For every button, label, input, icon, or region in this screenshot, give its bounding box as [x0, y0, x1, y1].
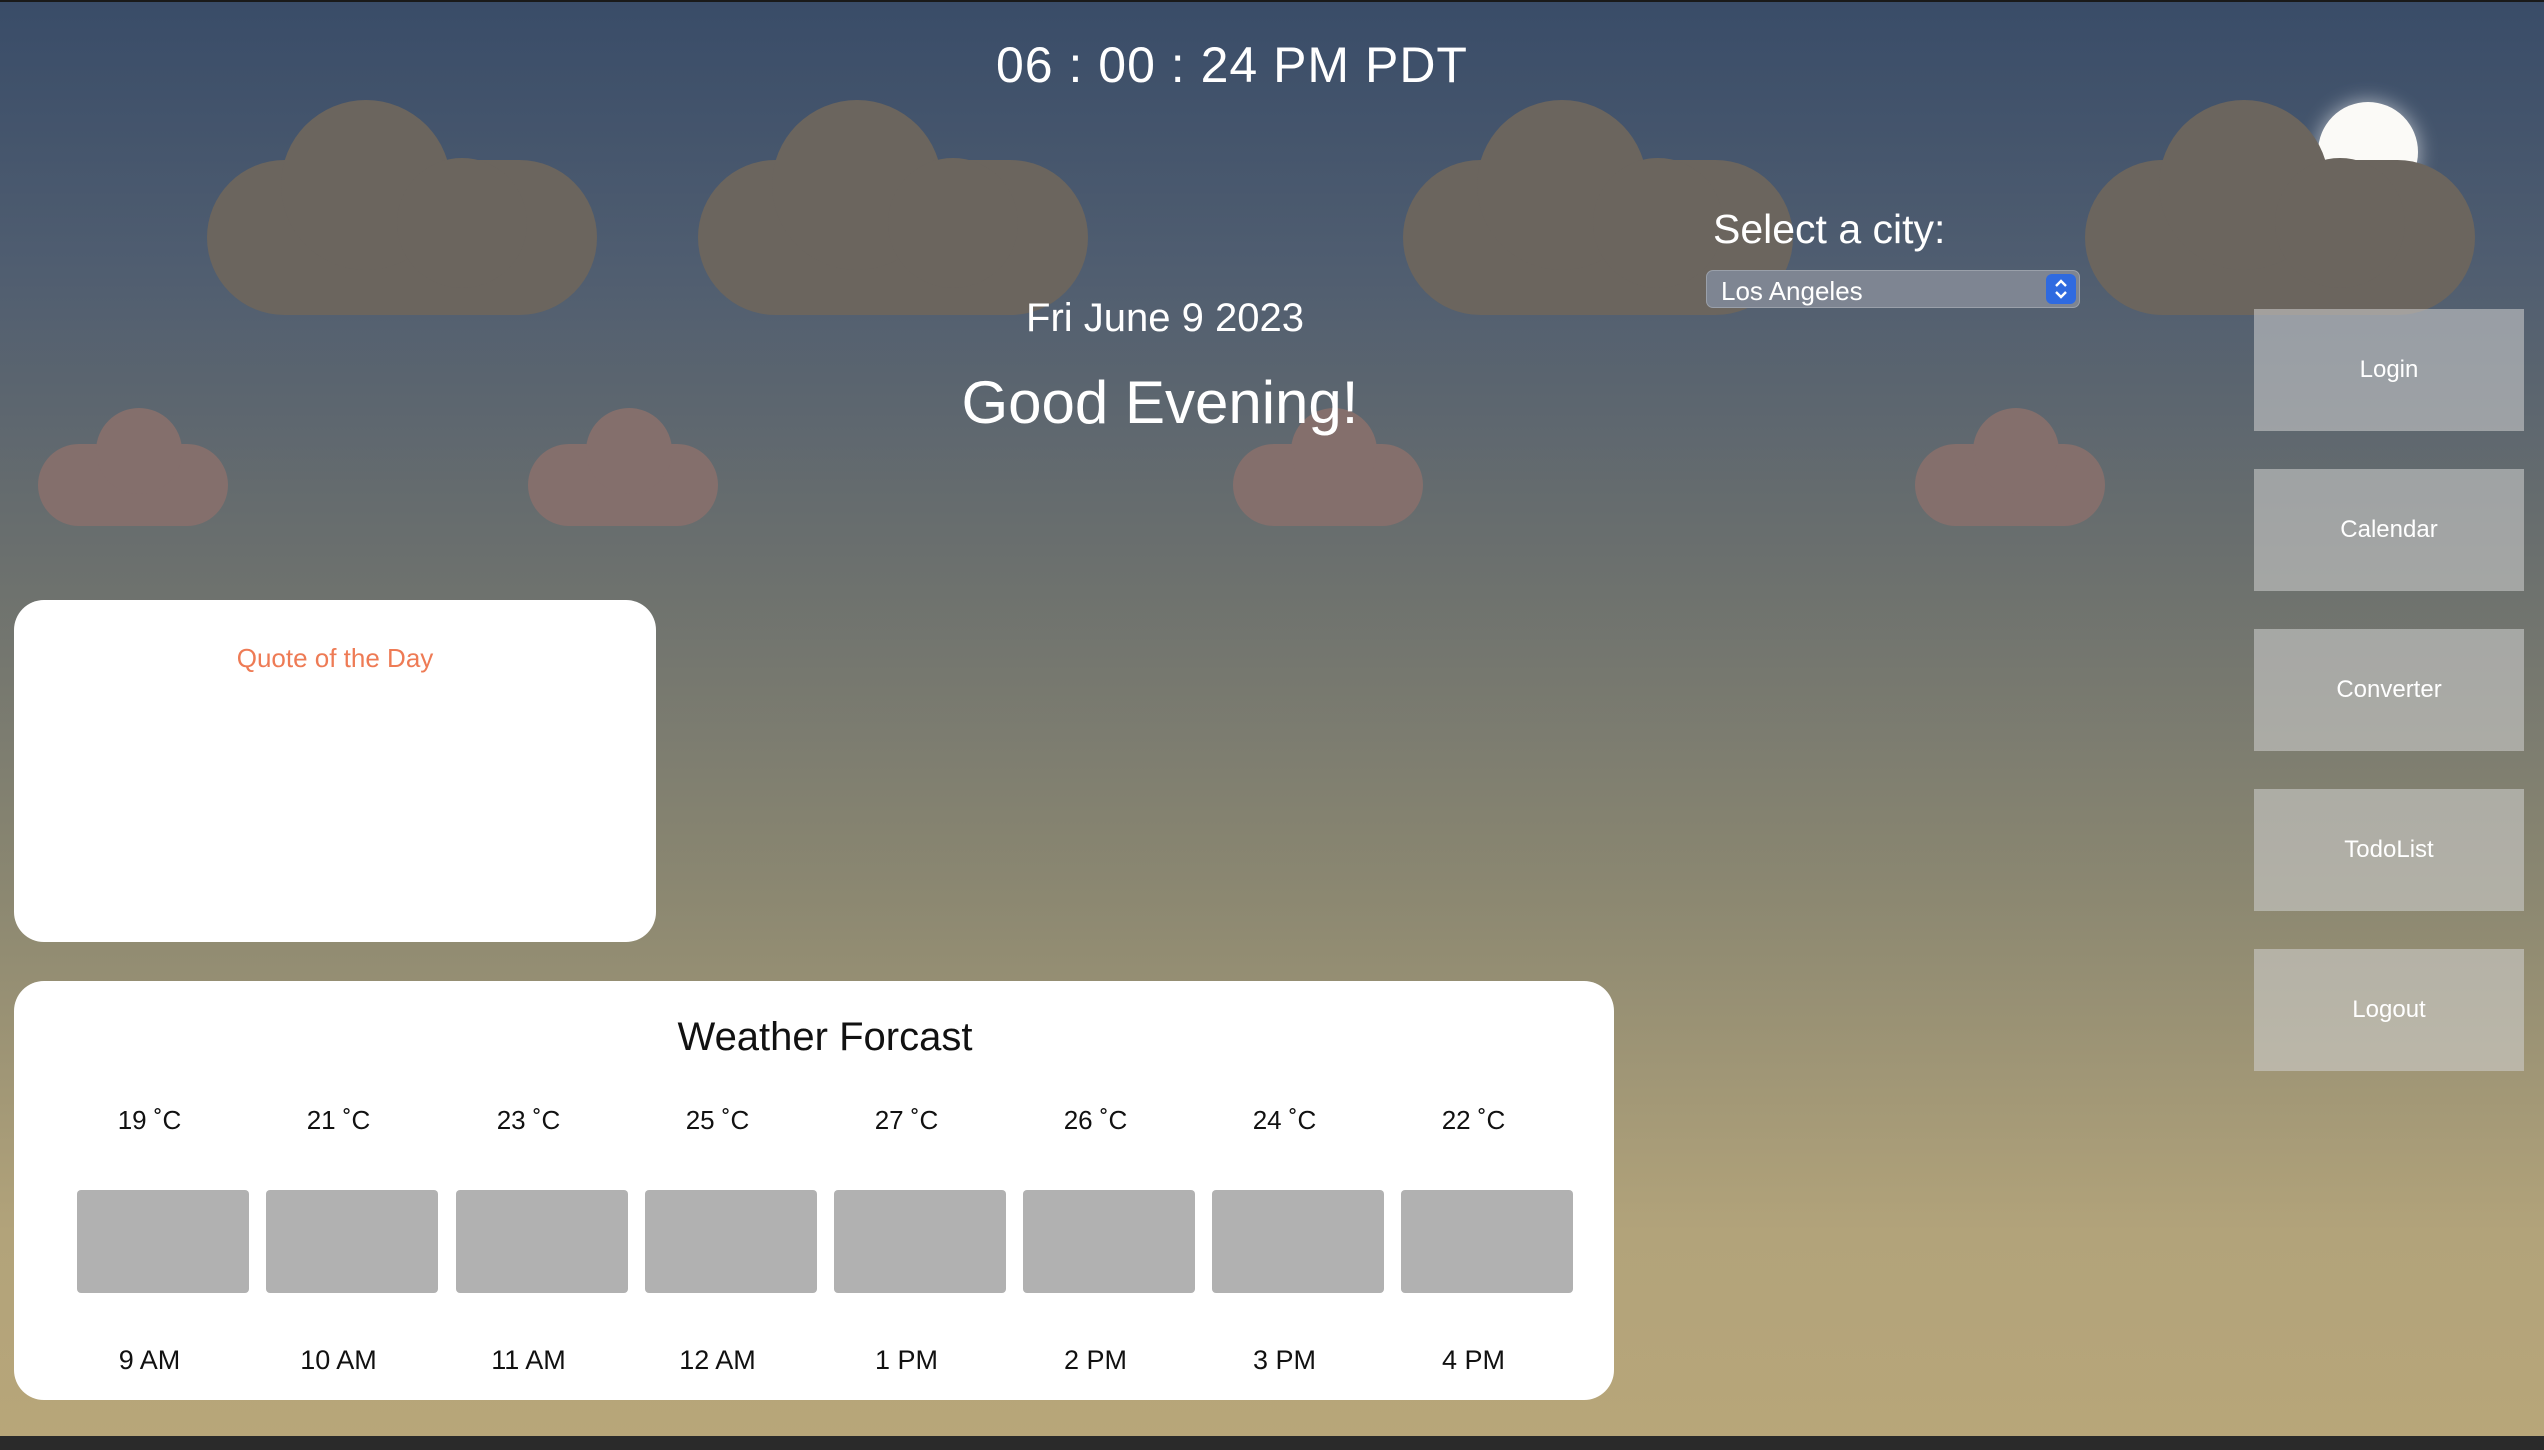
forecast-bar [77, 1190, 249, 1293]
calendar-button[interactable]: Calendar [2254, 469, 2524, 591]
cloud-icon [2085, 100, 2475, 315]
forecast-temp: 21 ˚C [306, 1105, 371, 1135]
city-select-label: Select a city: [1713, 206, 1946, 252]
cloud-icon [698, 100, 1088, 315]
forecast-hour: 9 AM [118, 1345, 181, 1375]
forecast-item: 25 ˚C 12 AM [645, 981, 817, 1400]
greeting: Good Evening! [961, 369, 1359, 436]
forecast-item: 27 ˚C 1 PM [834, 981, 1006, 1400]
forecast-bar [1023, 1190, 1195, 1293]
forecast-temp: 24 ˚C [1252, 1105, 1317, 1135]
converter-button[interactable]: Converter [2254, 629, 2524, 751]
forecast-temp: 27 ˚C [874, 1105, 939, 1135]
forecast-item: 24 ˚C 3 PM [1212, 981, 1384, 1400]
cloud-icon [38, 408, 228, 526]
login-button[interactable]: Login [2254, 309, 2524, 431]
quote-title: Quote of the Day [236, 643, 434, 673]
cloud-icon [528, 408, 718, 526]
cloud-icon [207, 100, 597, 315]
chevron-updown-icon [2046, 274, 2076, 304]
forecast-hour: 4 PM [1441, 1345, 1506, 1375]
window-top-border [0, 0, 2544, 2]
forecast-temp: 26 ˚C [1063, 1105, 1128, 1135]
forecast-bar [645, 1190, 817, 1293]
forecast-item: 26 ˚C 2 PM [1023, 981, 1195, 1400]
forecast-hour: 2 PM [1063, 1345, 1128, 1375]
date-display: Fri June 9 2023 [1026, 296, 1304, 340]
quote-card: Quote of the Day [14, 600, 656, 942]
forecast-bar [266, 1190, 438, 1293]
logout-button[interactable]: Logout [2254, 949, 2524, 1071]
weather-forecast-card: Weather Forcast 19 ˚C 9 AM 21 ˚C 10 AM 2… [14, 981, 1614, 1400]
forecast-temp: 25 ˚C [685, 1105, 750, 1135]
weather-forecast-title: Weather Forcast [677, 1015, 973, 1059]
forecast-bar [1401, 1190, 1573, 1293]
forecast-item: 19 ˚C 9 AM [77, 981, 249, 1400]
forecast-item: 23 ˚C 11 AM [456, 981, 628, 1400]
forecast-temp: 19 ˚C [117, 1105, 182, 1135]
forecast-bar [456, 1190, 628, 1293]
city-select-value: Los Angeles [1721, 276, 1863, 306]
forecast-temp: 22 ˚C [1441, 1105, 1506, 1135]
forecast-temp: 23 ˚C [496, 1105, 561, 1135]
city-select[interactable]: Los Angeles [1706, 270, 2080, 308]
forecast-item: 21 ˚C 10 AM [266, 981, 438, 1400]
forecast-hour: 10 AM [300, 1345, 377, 1375]
clock: 06 : 00 : 24 PM PDT [996, 37, 1468, 93]
forecast-hour: 11 AM [491, 1345, 566, 1375]
forecast-hour: 3 PM [1252, 1345, 1317, 1375]
cloud-icon [1915, 408, 2105, 526]
forecast-bar [834, 1190, 1006, 1293]
forecast-bar [1212, 1190, 1384, 1293]
forecast-item: 22 ˚C 4 PM [1401, 981, 1573, 1400]
bottom-strip [0, 1436, 2544, 1450]
forecast-hour: 12 AM [679, 1345, 756, 1375]
todolist-button[interactable]: TodoList [2254, 789, 2524, 911]
forecast-hour: 1 PM [874, 1345, 939, 1375]
